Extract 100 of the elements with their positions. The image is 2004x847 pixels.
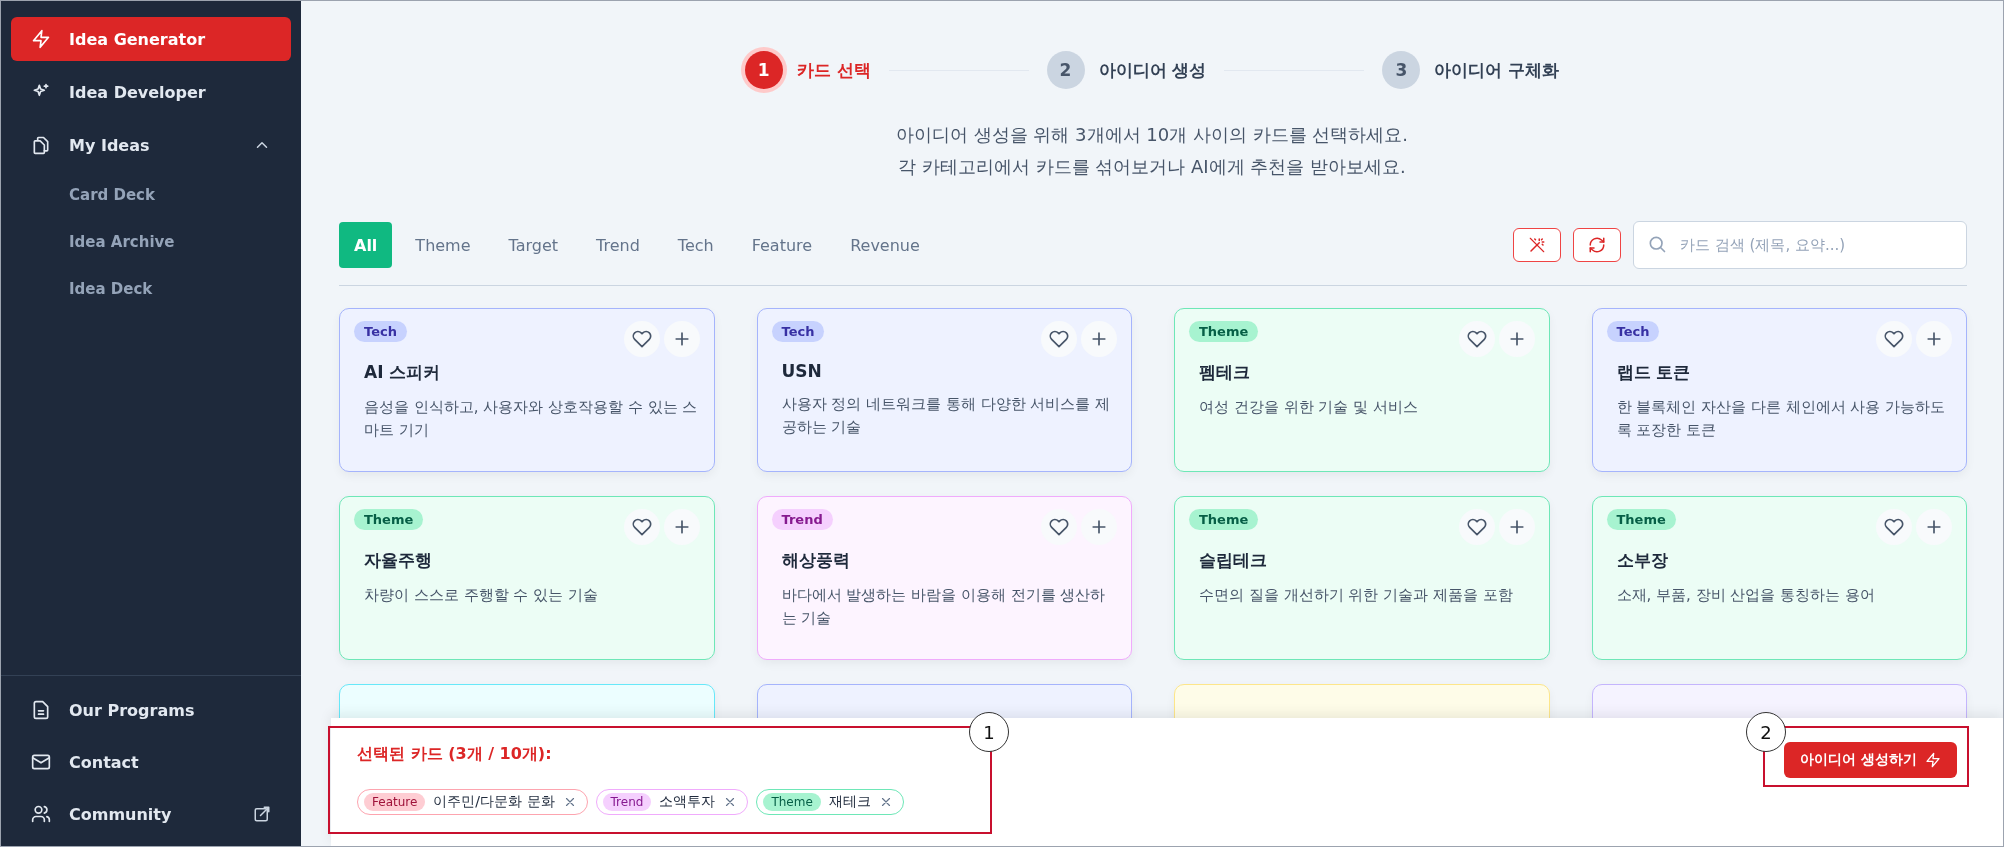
add-button[interactable]: [663, 509, 700, 545]
idea-card[interactable]: Trend 해상풍력 바다에서 발생하는 바람을 이용해 전기를 생산하는 기술: [756, 496, 1132, 660]
add-button[interactable]: [1081, 321, 1117, 357]
heart-icon: [1466, 329, 1487, 349]
nav-subitem[interactable]: Idea Deck: [11, 270, 291, 308]
category-tag: Theme: [354, 509, 424, 530]
chip-label: 소액투자: [659, 793, 716, 811]
document-icon: [31, 700, 51, 720]
favorite-button[interactable]: [1458, 321, 1495, 357]
magic-wand-icon: [1528, 236, 1546, 254]
category-tag: Theme: [1606, 509, 1676, 530]
category-tag: Tech: [354, 321, 407, 342]
filter-tab[interactable]: Theme: [400, 222, 486, 268]
add-button[interactable]: [1081, 509, 1117, 545]
add-button[interactable]: [1498, 509, 1535, 545]
idea-card[interactable]: Tech USN 사용자 정의 네트워크를 통해 다양한 서비스를 제공하는 기술: [756, 308, 1132, 472]
favorite-button[interactable]: [1041, 321, 1077, 357]
nav-item[interactable]: Community: [11, 792, 291, 836]
selected-card-chip[interactable]: Feature 이주민/다문화 문화: [357, 789, 588, 815]
category-tag: Theme: [763, 793, 821, 811]
category-tag: Tech: [1606, 321, 1660, 342]
filter-tab[interactable]: Tech: [662, 222, 729, 268]
annotation-number: 1: [969, 712, 1009, 752]
chip-label: 이주민/다문화 문화: [433, 793, 555, 811]
card-title: 펨테크: [1199, 361, 1251, 384]
selection-title: 선택된 카드 (3개 / 10개):: [357, 744, 553, 765]
heart-icon: [631, 329, 652, 349]
step-number: 2: [1046, 51, 1085, 89]
heart-icon: [1049, 517, 1069, 537]
favorite-button[interactable]: [623, 509, 660, 545]
documents-icon: [31, 135, 51, 155]
shuffle-button[interactable]: [1573, 228, 1621, 262]
category-tag: Trend: [771, 509, 833, 530]
people-icon: [31, 804, 51, 824]
idea-card[interactable]: Theme 소부장 소재, 부품, 장비 산업을 통칭하는 용어: [1591, 496, 1967, 660]
heart-icon: [1884, 329, 1904, 349]
nav-item[interactable]: Idea Developer: [11, 70, 291, 114]
heart-icon: [631, 517, 652, 537]
selected-card-chip[interactable]: Trend 소액투자: [595, 789, 749, 815]
category-tag: Theme: [1189, 321, 1259, 342]
step-label: 아이디어 생성: [1098, 58, 1207, 82]
add-button[interactable]: [1916, 321, 1952, 357]
card-summary: 소재, 부품, 장비 산업을 통칭하는 용어: [1616, 585, 1876, 606]
idea-card[interactable]: Theme 펨테크 여성 건강을 위한 기술 및 서비스: [1174, 308, 1550, 472]
filter-tab[interactable]: Revenue: [835, 222, 935, 268]
category-tag: Feature: [364, 793, 426, 811]
annotation-number: 2: [1746, 712, 1786, 752]
idea-card[interactable]: Tech AI 스피커 음성을 인식하고, 사용자와 상호작용할 수 있는 스마트 기기: [339, 308, 715, 472]
card-title: USN: [781, 361, 823, 381]
mail-icon: [31, 752, 51, 772]
idea-card[interactable]: Theme 슬립테크 수면의 질을 개선하기 위한 기술과 제품을 포함: [1174, 496, 1550, 660]
nav-item[interactable]: My Ideas: [11, 123, 291, 167]
nav-subitem[interactable]: Card Deck: [11, 176, 291, 214]
card-summary: 음성을 인식하고, 사용자와 상호작용할 수 있는 스마트 기기: [364, 397, 699, 441]
step-label: 카드 선택: [796, 58, 871, 82]
favorite-button[interactable]: [1876, 509, 1912, 545]
generate-button[interactable]: 아이디어 생성하기: [1784, 742, 1957, 778]
category-tag: Trend: [602, 793, 652, 811]
ai-recommend-button[interactable]: [1513, 228, 1561, 262]
card-title: 소부장: [1616, 549, 1669, 572]
nav-item[interactable]: Idea Generator: [11, 17, 291, 61]
instruction-text: 아이디어 생성을 위해 3개에서 10개 사이의 카드를 선택하세요.: [894, 123, 1410, 147]
card-summary: 수면의 질을 개선하기 위한 기술과 제품을 포함: [1199, 585, 1514, 606]
card-title: 자율주행: [364, 549, 433, 572]
favorite-button[interactable]: [1041, 509, 1077, 545]
nav-item[interactable]: Our Programs: [11, 688, 291, 732]
card-title: AI 스피커: [364, 361, 442, 384]
refresh-icon: [1588, 236, 1606, 254]
card-summary: 사용자 정의 네트워크를 통해 다양한 서비스를 제공하는 기술: [781, 394, 1112, 438]
nav-item[interactable]: Contact: [11, 740, 291, 784]
step-number: 3: [1382, 51, 1421, 89]
filter-tab[interactable]: Feature: [736, 222, 828, 268]
idea-card[interactable]: Tech 랩드 토큰 한 블록체인 자산을 다른 체인에서 사용 가능하도록 포장한 토큰: [1591, 308, 1967, 472]
card-title: 랩드 토큰: [1616, 361, 1692, 384]
filter-tab[interactable]: Trend: [581, 222, 655, 268]
lightning-icon: [1925, 752, 1941, 768]
card-summary: 여성 건강을 위한 기술 및 서비스: [1199, 397, 1419, 418]
card-summary: 바다에서 발생하는 바람을 이용해 전기를 생산하는 기술: [781, 585, 1107, 629]
selected-card-chip[interactable]: Theme 재테크: [756, 789, 904, 815]
add-button[interactable]: [1498, 321, 1535, 357]
chip-label: 재테크: [828, 793, 871, 811]
heart-icon: [1884, 517, 1904, 537]
favorite-button[interactable]: [1458, 509, 1495, 545]
add-button[interactable]: [1916, 509, 1952, 545]
step-label: 아이디어 구체화: [1434, 58, 1560, 82]
nav-subitem[interactable]: Idea Archive: [11, 223, 291, 261]
favorite-button[interactable]: [1876, 321, 1912, 357]
card-title: 슬립테크: [1199, 549, 1268, 572]
category-tag: Tech: [771, 321, 825, 342]
heart-icon: [1466, 517, 1487, 537]
search-field[interactable]: 카드 검색 (제목, 요약...): [1633, 221, 1967, 269]
card-summary: 한 블록체인 자산을 다른 체인에서 사용 가능하도록 포장한 토큰: [1616, 397, 1947, 441]
lightning-icon: [31, 29, 51, 49]
instruction-text: 각 카테고리에서 카드를 섞어보거나 AI에게 추천을 받아보세요.: [897, 155, 1407, 179]
add-button[interactable]: [663, 321, 700, 357]
category-tag: Theme: [1189, 509, 1259, 530]
card-summary: 차량이 스스로 주행할 수 있는 기술: [364, 585, 599, 606]
favorite-button[interactable]: [623, 321, 660, 357]
filter-tab[interactable]: Target: [493, 222, 574, 268]
idea-card[interactable]: Theme 자율주행 차량이 스스로 주행할 수 있는 기술: [339, 496, 715, 660]
